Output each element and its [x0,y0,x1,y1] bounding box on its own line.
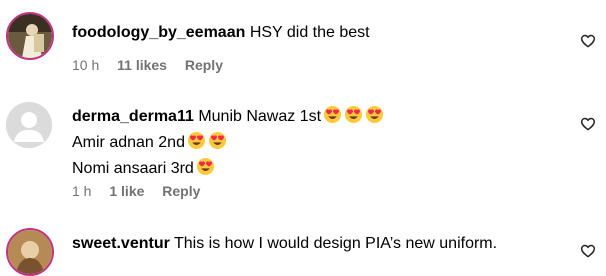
comment-text: derma_derma11 Munib Nawaz 1st [72,105,566,131]
comment-meta: 10 h 11 likes Reply [72,57,237,73]
comment-meta: 1 h 1 like Reply [72,183,214,199]
comment-text: Amir adnan 2nd [72,131,566,157]
timestamp: 1 h [72,183,92,199]
likes-count[interactable]: 1 like [109,183,144,199]
username[interactable]: foodology_by_eemaan [72,24,245,41]
heart-eyes-emoji-icon [187,131,206,157]
comment-body: This is how I would design PIA’s new uni… [173,235,498,252]
comment-text: foodology_by_eemaan HSY did the best [72,22,566,44]
username[interactable]: derma_derma11 [72,108,194,125]
comment-line: Nomi ansaari 3rd [72,160,194,177]
likes-count[interactable]: 11 likes [117,57,167,73]
heart-outline-icon[interactable] [580,33,596,49]
username[interactable]: sweet.ventur [72,235,170,252]
reply-button[interactable]: Reply [162,183,200,199]
heart-eyes-emoji-icon [323,105,342,131]
timestamp: 10 h [72,57,100,73]
heart-eyes-emoji-icon [365,105,384,131]
avatar[interactable] [6,12,54,60]
heart-outline-icon[interactable] [580,116,596,132]
heart-eyes-emoji-icon [344,105,363,131]
comment-text: Nomi ansaari 3rd [72,157,566,183]
heart-eyes-emoji-icon [208,131,227,157]
comment-body: HSY did the best [249,24,370,41]
heart-eyes-emoji-icon [196,157,215,183]
comment-line: Munib Nawaz 1st [198,108,322,125]
avatar[interactable] [6,228,54,276]
reply-button[interactable]: Reply [185,57,223,73]
comment-text: sweet.ventur This is how I would design … [72,233,566,255]
heart-outline-icon[interactable] [580,243,596,259]
avatar[interactable] [6,102,52,148]
comment-line: Amir adnan 2nd [72,134,185,151]
